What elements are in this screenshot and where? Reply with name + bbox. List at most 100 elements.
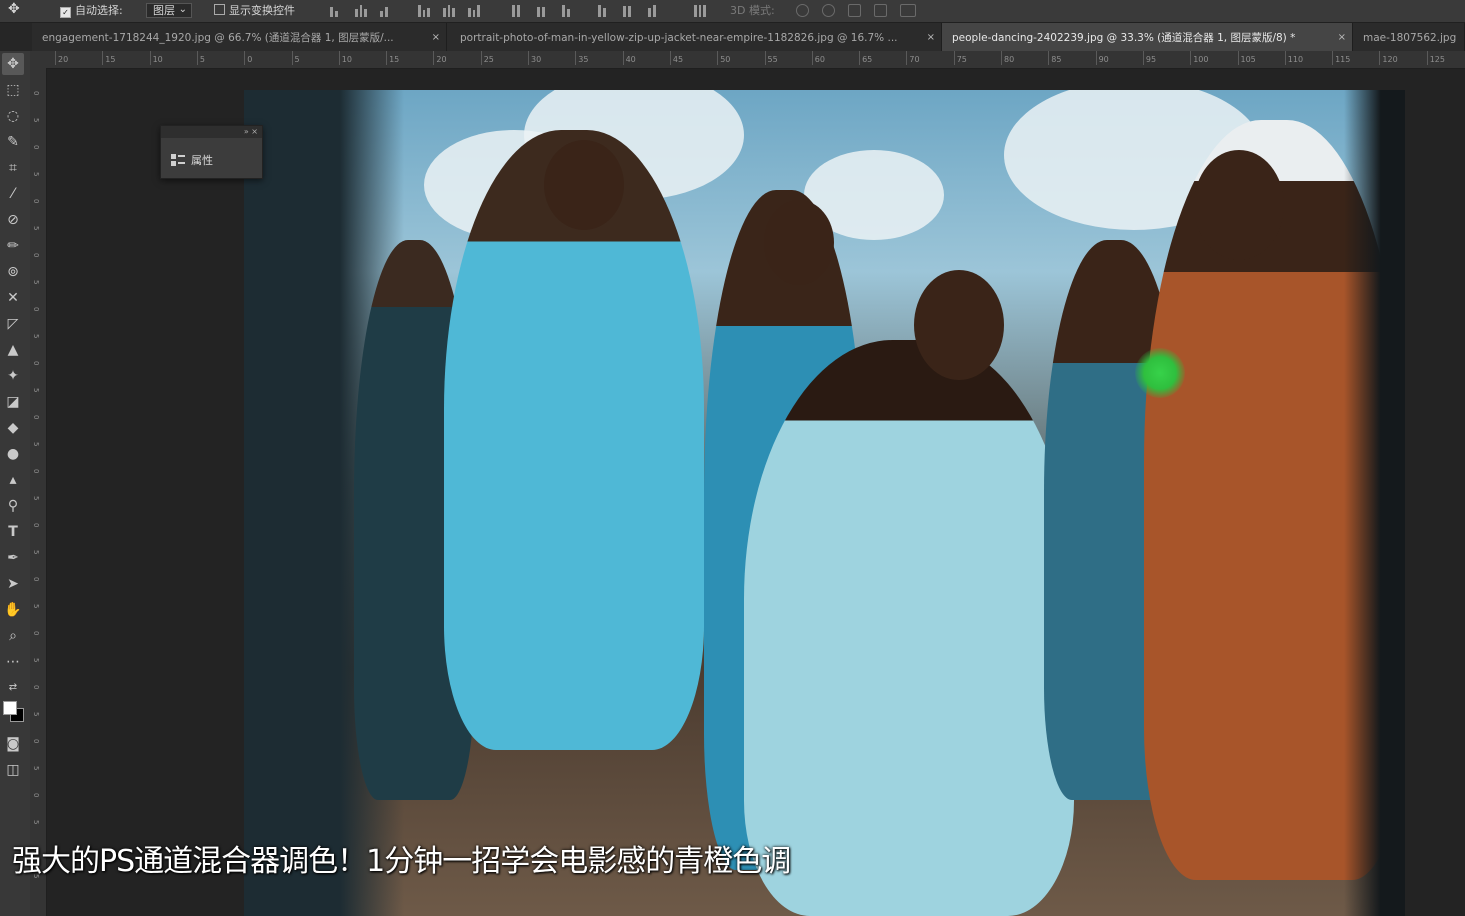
panel-controls[interactable]: » × xyxy=(161,126,262,138)
ruler-tick-label: 55 xyxy=(764,51,778,65)
mode-3d-label: 3D 模式: xyxy=(730,4,775,17)
tab-portrait[interactable]: portrait-photo-of-man-in-yellow-zip-up-j… xyxy=(450,23,942,51)
show-transform-label: 显示变换控件 xyxy=(229,4,295,17)
distribute-left-icon[interactable] xyxy=(598,5,610,17)
path-select-icon[interactable]: ▴ xyxy=(2,469,24,491)
ruler-tick-label: 0 xyxy=(32,361,40,366)
quick-mask-icon[interactable]: ◙ xyxy=(2,733,24,755)
auto-align-icon[interactable] xyxy=(694,5,707,17)
tools-panel: ✥ ⬚ ◌ ✎ ⌗ ⁄ ⊘ ✏ ⊚ ✕ ◸ ▲ ✦ ◪ ◆ ● ▴ ⚲ T ✒ … xyxy=(0,51,31,916)
ruler-tick-label: 20 xyxy=(54,51,69,65)
roll-3d-icon[interactable] xyxy=(822,4,835,17)
ruler-tick-label: 70 xyxy=(906,51,920,65)
color-swatches[interactable] xyxy=(3,701,25,723)
align-bottom-icon[interactable] xyxy=(380,5,392,17)
more-tools-icon[interactable]: ⋯ xyxy=(2,651,24,673)
properties-title: 属性 xyxy=(191,154,213,167)
ruler-tick-label: 5 xyxy=(32,550,40,555)
history-brush-icon[interactable]: ✕ xyxy=(2,287,24,309)
ruler-tick-label: 5 xyxy=(32,604,40,609)
checkbox-icon xyxy=(214,4,225,15)
ruler-tick-label: 0 xyxy=(32,577,40,582)
move-tool-icon[interactable]: ✥ xyxy=(2,53,24,75)
ruler-tick-label: 0 xyxy=(32,415,40,420)
crop-tool-icon[interactable]: ⌗ xyxy=(2,157,24,179)
tab-people-dancing[interactable]: people-dancing-2402239.jpg @ 33.3% (通道混合… xyxy=(942,23,1353,51)
ruler-tick-label: 60 xyxy=(811,51,825,65)
quick-select-tool-icon[interactable]: ✎ xyxy=(2,131,24,153)
close-icon[interactable]: × xyxy=(1338,23,1346,51)
brush-tool-icon[interactable]: ✏ xyxy=(2,235,24,257)
ruler-tick-label: 0 xyxy=(32,199,40,204)
ruler-tick-label: 5 xyxy=(32,280,40,285)
show-transform-checkbox[interactable]: 显示变换控件 xyxy=(214,3,295,19)
blur-tool-icon[interactable]: ✦ xyxy=(2,365,24,387)
tab-engagement[interactable]: engagement-1718244_1920.jpg @ 66.7% (通道混… xyxy=(32,23,447,51)
document-tabs: engagement-1718244_1920.jpg @ 66.7% (通道混… xyxy=(32,23,1465,52)
stamp-tool-icon[interactable]: ⊚ xyxy=(2,261,24,283)
type-tool-icon[interactable]: ● xyxy=(2,443,24,465)
horizontal-ruler[interactable]: 20 15 10 5 0 5 10 15 20 25 30 35 40 45 50 55 60 65 70 75 80 8… xyxy=(46,51,1465,69)
orbit-3d-icon[interactable] xyxy=(796,4,809,17)
zoom-tool-icon[interactable]: ✒ xyxy=(2,547,24,569)
hand-icon[interactable]: ✋ xyxy=(2,599,24,621)
shape-tool-icon[interactable]: ⚲ xyxy=(2,495,24,517)
align-right-icon[interactable] xyxy=(468,5,481,17)
document-canvas[interactable] xyxy=(47,69,1465,916)
ruler-tick-label: 5 xyxy=(32,712,40,717)
distribute-right-icon[interactable] xyxy=(648,5,660,17)
dodge-tool-icon[interactable]: ◪ xyxy=(2,391,24,413)
swap-colors-icon[interactable]: ⇄ xyxy=(2,677,24,699)
ruler-tick-label: 5 xyxy=(32,442,40,447)
properties-panel[interactable]: » × 属性 xyxy=(160,125,263,179)
close-icon[interactable]: × xyxy=(927,23,935,51)
distribute-top-icon[interactable] xyxy=(512,5,524,17)
lasso-tool-icon[interactable]: ◌ xyxy=(2,105,24,127)
ruler-tick-label: 115 xyxy=(1332,51,1351,65)
distribute-bottom-icon[interactable] xyxy=(562,5,574,17)
ruler-tick-label: 5 xyxy=(32,226,40,231)
head xyxy=(544,140,624,230)
ruler-tick-label: 0 xyxy=(32,307,40,312)
ruler-tick-label: 0 xyxy=(32,253,40,258)
ruler-tick-label: 20 xyxy=(433,51,447,65)
auto-select-target-dropdown[interactable]: 图层 xyxy=(146,3,192,18)
foreground-color-swatch[interactable] xyxy=(3,701,17,715)
tab-label: engagement-1718244_1920.jpg @ 66.7% (通道混… xyxy=(42,32,394,44)
ruler-tick-label: 45 xyxy=(669,51,684,65)
close-icon[interactable]: × xyxy=(432,23,440,51)
ruler-tick-label: 0 xyxy=(32,739,40,744)
ruler-tick-label: 100 xyxy=(1190,51,1209,65)
slide-3d-icon[interactable] xyxy=(874,4,887,17)
magnifier-icon[interactable]: ⌕ xyxy=(2,625,24,647)
ruler-tick-label: 10 xyxy=(149,51,163,65)
move-tool-options-icon[interactable]: ✥ xyxy=(8,1,20,17)
ruler-tick-label: 10 xyxy=(338,51,352,65)
pointer-tool-icon[interactable]: ➤ xyxy=(2,573,24,595)
align-top-icon[interactable] xyxy=(330,5,342,17)
ruler-tick-label: 0 xyxy=(32,469,40,474)
marquee-tool-icon[interactable]: ⬚ xyxy=(2,79,24,101)
properties-tab[interactable]: 属性 xyxy=(171,152,213,168)
vertical-ruler[interactable]: 050505050505050505050505050505 xyxy=(30,51,47,916)
align-vcenter-icon[interactable] xyxy=(355,5,368,17)
pan-3d-icon[interactable] xyxy=(848,4,861,17)
tab-label: portrait-photo-of-man-in-yellow-zip-up-j… xyxy=(460,32,898,44)
distribute-hcenter-icon[interactable] xyxy=(623,5,635,17)
head xyxy=(1194,150,1284,260)
hand-tool-icon[interactable]: T xyxy=(2,521,24,543)
properties-icon xyxy=(171,154,185,166)
healing-brush-icon[interactable]: ⊘ xyxy=(2,209,24,231)
eyedropper-tool-icon[interactable]: ⁄ xyxy=(2,183,24,205)
align-hcenter-icon[interactable] xyxy=(443,5,456,17)
align-left-icon[interactable] xyxy=(418,5,431,17)
pen-tool-icon[interactable]: ◆ xyxy=(2,417,24,439)
tab-mae[interactable]: mae-1807562.jpg xyxy=(1353,23,1465,51)
screen-mode-icon[interactable]: ◫ xyxy=(2,759,24,781)
scale-3d-icon[interactable] xyxy=(900,4,916,17)
gradient-tool-icon[interactable]: ▲ xyxy=(2,339,24,361)
distribute-vcenter-icon[interactable] xyxy=(537,5,549,17)
eraser-icon[interactable]: ◸ xyxy=(2,313,24,335)
checkbox-icon: ✓ xyxy=(60,7,71,18)
auto-select-checkbox[interactable]: ✓ 自动选择: xyxy=(60,3,123,19)
